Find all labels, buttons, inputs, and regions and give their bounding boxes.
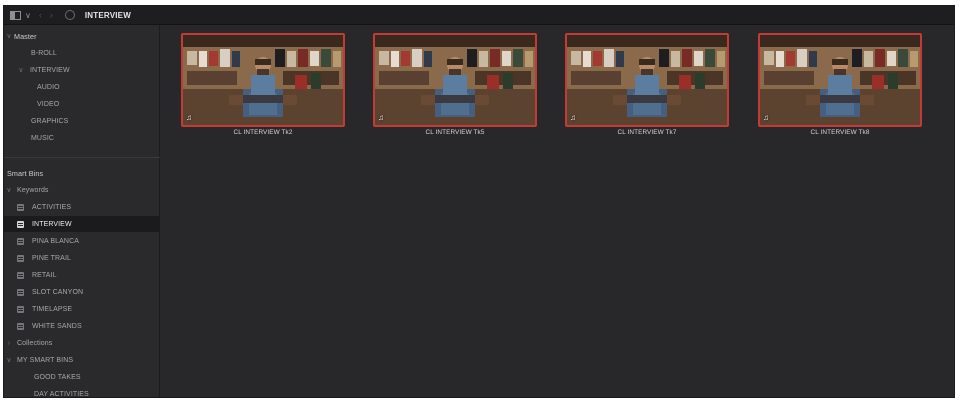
smart-bin-label: PINE TRAIL <box>32 254 71 262</box>
chevron-right-icon[interactable]: › <box>4 340 14 347</box>
clip-item[interactable]: ♫ CL INTERVIEW Tk2 <box>181 33 345 136</box>
smart-bin-retail[interactable]: RETAIL <box>4 267 160 283</box>
smart-bin-timelapse[interactable]: TIMELAPSE <box>4 301 160 317</box>
bin-label: INTERVIEW <box>30 66 70 74</box>
smart-bin-day-activities[interactable]: DAY ACTIVITIES <box>4 386 160 398</box>
clip-thumbnail-grid: ♫ CL INTERVIEW Tk2 ♫ CL INTERVIEW Tk5 ♫ … <box>161 25 954 397</box>
smart-bin-icon <box>17 322 24 330</box>
bin-label: GRAPHICS <box>31 117 69 125</box>
audio-icon: ♫ <box>378 113 384 122</box>
clip-thumbnail[interactable]: ♫ <box>373 33 537 127</box>
clip-preview-image <box>183 35 343 125</box>
back-arrow-icon[interactable]: ‹ <box>39 10 42 20</box>
clip-item[interactable]: ♫ CL INTERVIEW Tk7 <box>565 33 729 136</box>
clip-preview-image <box>760 35 920 125</box>
smart-bin-pina-blanca[interactable]: PINA BLANCA <box>4 233 160 249</box>
bin-label: AUDIO <box>37 83 60 91</box>
media-pool-window: ∨ ‹ › INTERVIEW ∨ Master B-ROLL ∨ INTERV… <box>3 5 955 398</box>
smart-bin-icon <box>17 220 24 228</box>
my-smart-bins-label: MY SMART BINS <box>17 356 74 364</box>
collections-label: Collections <box>17 339 53 347</box>
smart-bin-label: INTERVIEW <box>32 220 72 228</box>
chevron-down-icon[interactable]: ∨ <box>4 32 14 40</box>
bin-label: VIDEO <box>37 100 60 108</box>
bin-audio[interactable]: AUDIO <box>4 79 160 95</box>
smart-bin-good-takes[interactable]: GOOD TAKES <box>4 369 160 385</box>
bin-label: B-ROLL <box>31 49 57 57</box>
smart-bin-icon <box>17 305 24 313</box>
sidebar-divider <box>4 157 160 158</box>
clip-thumbnail[interactable]: ♫ <box>181 33 345 127</box>
keywords-label: Keywords <box>17 186 49 194</box>
collections-folder[interactable]: › Collections <box>4 335 160 351</box>
clip-preview-image <box>567 35 727 125</box>
audio-icon: ♫ <box>763 113 769 122</box>
smart-bin-white-sands[interactable]: WHITE SANDS <box>4 318 160 334</box>
smart-bin-interview[interactable]: INTERVIEW <box>4 216 160 232</box>
smart-bin-icon <box>17 203 24 211</box>
clip-item[interactable]: ♫ CL INTERVIEW Tk5 <box>373 33 537 136</box>
clip-preview-image <box>375 35 535 125</box>
clip-name: CL INTERVIEW Tk5 <box>425 129 485 136</box>
smart-bin-activities[interactable]: ACTIVITIES <box>4 199 160 215</box>
audio-icon: ♫ <box>570 113 576 122</box>
smart-bin-pine-trail[interactable]: PINE TRAIL <box>4 250 160 266</box>
clip-name: CL INTERVIEW Tk2 <box>233 129 293 136</box>
bin-label: MUSIC <box>31 134 55 142</box>
panel-toggle-icon[interactable] <box>10 10 21 20</box>
master-folder[interactable]: ∨ Master <box>4 28 160 44</box>
search-icon[interactable] <box>64 10 75 20</box>
clip-thumbnail[interactable]: ♫ <box>758 33 922 127</box>
my-smart-bins-folder[interactable]: ∨ MY SMART BINS <box>4 352 160 368</box>
smart-bin-label: DAY ACTIVITIES <box>34 390 89 398</box>
bin-graphics[interactable]: GRAPHICS <box>4 113 160 129</box>
smart-bin-label: GOOD TAKES <box>34 373 81 381</box>
smart-bins-header: Smart Bins <box>4 165 160 181</box>
bin-b-roll[interactable]: B-ROLL <box>4 45 160 61</box>
smart-bin-label: RETAIL <box>32 271 57 279</box>
clip-name: CL INTERVIEW Tk8 <box>810 129 870 136</box>
chevron-down-icon[interactable]: ∨ <box>4 356 14 364</box>
clip-thumbnail[interactable]: ♫ <box>565 33 729 127</box>
audio-icon: ♫ <box>186 113 192 122</box>
smart-bin-label: PINA BLANCA <box>32 237 80 245</box>
smart-bin-label: TIMELAPSE <box>32 305 73 313</box>
smart-bin-icon <box>17 271 24 279</box>
clip-item[interactable]: ♫ CL INTERVIEW Tk8 <box>758 33 922 136</box>
keywords-folder[interactable]: ∨ Keywords <box>4 182 160 198</box>
toolbar: ∨ ‹ › INTERVIEW <box>4 6 954 25</box>
bin-list-sidebar: ∨ Master B-ROLL ∨ INTERVIEW AUDIO VIDEO … <box>4 25 160 398</box>
bin-interview[interactable]: ∨ INTERVIEW <box>4 62 160 78</box>
clip-name: CL INTERVIEW Tk7 <box>617 129 677 136</box>
chevron-down-icon[interactable]: ∨ <box>25 11 31 20</box>
chevron-down-icon[interactable]: ∨ <box>4 186 14 194</box>
smart-bin-icon <box>17 237 24 245</box>
bin-music[interactable]: MUSIC <box>4 130 160 146</box>
smart-bin-icon <box>17 254 24 262</box>
bin-video[interactable]: VIDEO <box>4 96 160 112</box>
smart-bin-label: ACTIVITIES <box>32 203 72 211</box>
forward-arrow-icon[interactable]: › <box>50 10 53 20</box>
smart-bin-icon <box>17 288 24 296</box>
smart-bin-label: SLOT CANYON <box>32 288 84 296</box>
smart-bin-slot-canyon[interactable]: SLOT CANYON <box>4 284 160 300</box>
smart-bins-label: Smart Bins <box>7 168 44 178</box>
master-label: Master <box>14 31 37 41</box>
smart-bin-label: WHITE SANDS <box>32 322 82 330</box>
chevron-down-icon[interactable]: ∨ <box>16 66 26 74</box>
current-bin-title: INTERVIEW <box>84 10 131 20</box>
